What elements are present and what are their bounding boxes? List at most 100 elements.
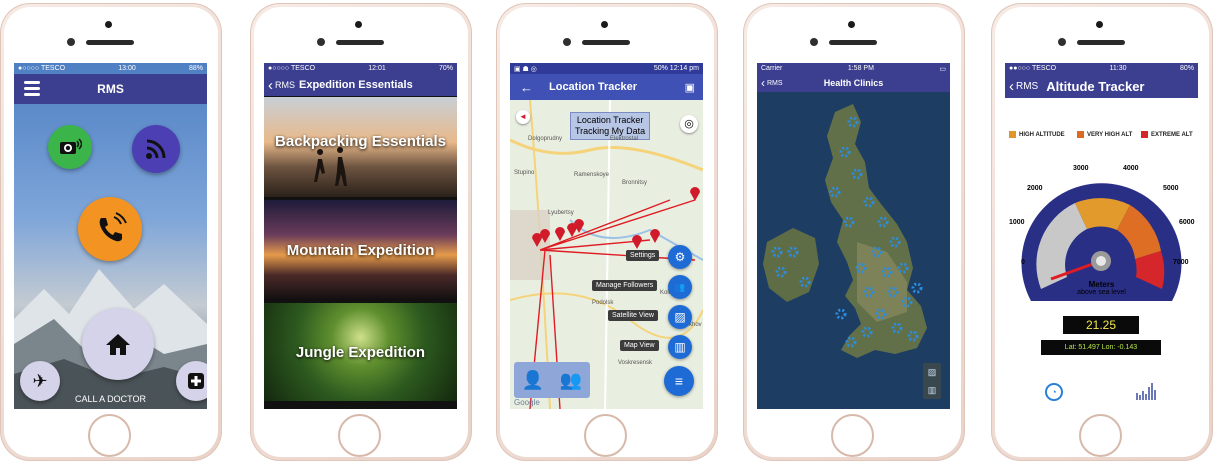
rss-icon	[146, 139, 166, 159]
map-label: Lyubertsy	[548, 210, 574, 216]
carrier-label: Carrier	[761, 65, 783, 72]
map-label: Dolgoprudny	[528, 136, 563, 142]
map-view[interactable]: ◄ ◎ Location Tracker Tracking My Data Do…	[510, 100, 703, 409]
map-icon: ▥	[674, 340, 686, 354]
person-icon: 👤	[521, 369, 545, 390]
chevron-left-icon: ‹	[761, 76, 765, 90]
app-header: ‹ RMS Altitude Tracker	[1005, 74, 1198, 98]
phone-frame-2: ●○○○○ TESCO 12:01 70% ‹ RMS Expedition E…	[250, 3, 472, 461]
stack-icon: ≡	[674, 373, 684, 389]
carrier-label: ●●○○○ TESCO	[1009, 65, 1057, 72]
tile-backpacking[interactable]: Backpacking Essentials	[264, 97, 457, 197]
battery-icon: ▭	[939, 65, 946, 73]
back-button[interactable]: ‹ RMS	[1009, 78, 1046, 95]
rss-feed-button[interactable]	[132, 125, 180, 173]
menu-icon[interactable]	[24, 81, 40, 99]
app-title: RMS	[97, 82, 124, 96]
time-label: 12:01	[368, 65, 386, 72]
gauge-tick: 0	[1021, 259, 1025, 266]
google-logo: Google	[514, 398, 540, 407]
device-home-button	[88, 414, 131, 457]
bar-chart-icon	[1136, 383, 1156, 400]
status-bar: ●●○○○ TESCO 11:30 80%	[1005, 63, 1198, 74]
notification-icons: ▣ ☗ ◎	[514, 65, 537, 73]
satellite-view-fab[interactable]: ▨	[668, 305, 692, 329]
time-label: 1:58 PM	[847, 65, 874, 72]
coordinates-readout: Lat: 51.497 Lon: -0.143	[1041, 340, 1161, 355]
back-label: RMS	[1016, 80, 1039, 92]
page-title: Health Clinics	[823, 78, 884, 88]
back-button[interactable]: ‹ RMS	[268, 77, 299, 94]
back-label: RMS	[275, 80, 295, 90]
status-bar: ▣ ☗ ◎ 50% 12:14 pm	[510, 63, 703, 74]
phone-frame-1: ●○○○○ TESCO 13:00 88% RMS ✈ CALL A DOCTO…	[0, 3, 222, 461]
map-label: Stupino	[514, 170, 535, 176]
gauge-tick: 5000	[1163, 185, 1179, 192]
map-label: Elektrostal	[610, 136, 639, 142]
gauge-unit: Meters	[1088, 280, 1115, 289]
status-bar: Carrier 1:58 PM ▭	[757, 63, 950, 74]
home-button[interactable]	[82, 308, 154, 380]
gauge-subtitle: above sea level	[1077, 289, 1126, 296]
map-view-fab[interactable]: ▥	[668, 335, 692, 359]
tile-label: Mountain Expedition	[286, 241, 435, 259]
camera-icon	[60, 138, 82, 154]
map-view-label[interactable]: Map View	[620, 340, 659, 351]
calendar-icon[interactable]: ▣	[685, 81, 695, 94]
device-home-button	[338, 414, 381, 457]
tile-jungle[interactable]: Jungle Expedition	[264, 303, 457, 401]
satellite-map[interactable]	[757, 92, 950, 409]
compass-icon[interactable]: ◄	[516, 110, 530, 124]
altitude-tracker-screen: ●●○○○ TESCO 11:30 80% ‹ RMS Altitude Tra…	[1005, 63, 1198, 409]
my-location-icon[interactable]: ◎	[680, 115, 698, 133]
home-icon	[106, 334, 130, 355]
layers-button[interactable]: ▨ ▥	[923, 363, 941, 399]
satellite-view-label[interactable]: Satellite View	[608, 310, 658, 321]
map-label: Ramenskoye	[574, 172, 610, 178]
manage-followers-label[interactable]: Manage Followers	[592, 280, 658, 291]
expedition-screen: ●○○○○ TESCO 12:01 70% ‹ RMS Expedition E…	[264, 63, 457, 409]
tile-mountain[interactable]: Mountain Expedition	[264, 200, 457, 300]
emergency-call-button[interactable]	[78, 197, 142, 261]
arrow-left-icon[interactable]: ←	[520, 80, 533, 95]
carrier-label: ●○○○○ TESCO	[268, 65, 316, 72]
chart-tab[interactable]	[1135, 381, 1157, 401]
battery-label: 88%	[188, 65, 203, 72]
time-label: 11:30	[1109, 65, 1127, 72]
health-clinics-screen: Carrier 1:58 PM ▭ ‹ RMS Health Clinics ▨…	[757, 63, 950, 409]
chevron-left-icon: ‹	[1009, 77, 1014, 95]
medical-cross-icon	[188, 373, 204, 389]
image-icon: ▨	[674, 310, 686, 324]
device-home-button	[1079, 414, 1122, 457]
manage-followers-fab[interactable]: 👥	[668, 275, 692, 299]
map-label: Bronnitsy	[622, 180, 648, 186]
time-label: 13:00	[118, 65, 136, 72]
legend-extreme: EXTREME ALT	[1141, 131, 1193, 138]
back-label: RMS	[767, 79, 783, 87]
settings-fab[interactable]: ⚙	[668, 245, 692, 269]
app-header: ‹ RMS Expedition Essentials	[264, 74, 457, 96]
profile-panel[interactable]: 👤 👥	[514, 362, 590, 398]
airplane-icon: ✈	[32, 370, 48, 391]
gauge-tick: 1000	[1009, 219, 1025, 226]
page-title: Altitude Tracker	[1046, 78, 1145, 94]
hikers-silhouette	[314, 147, 347, 186]
settings-label[interactable]: Settings	[626, 250, 660, 261]
back-button[interactable]: ‹ RMS	[761, 76, 783, 90]
menu-toggle-fab[interactable]: ≡	[664, 366, 694, 396]
legend-very-high: VERY HIGH ALT	[1077, 131, 1132, 138]
location-tracker-screen: ▣ ☗ ◎ 50% 12:14 pm ← Location Tracker ▣	[510, 63, 703, 409]
device-home-button	[831, 414, 874, 457]
rms-home-screen: ●○○○○ TESCO 13:00 88% RMS ✈ CALL A DOCTO…	[14, 63, 207, 409]
phone-frame-4: Carrier 1:58 PM ▭ ‹ RMS Health Clinics ▨…	[743, 3, 965, 461]
gauge-caption: Meters above sea level	[1005, 281, 1198, 297]
tile-label: Jungle Expedition	[295, 343, 426, 361]
call-doctor-label: CALL A DOCTOR	[74, 394, 147, 404]
camera-feed-button[interactable]	[48, 125, 92, 169]
tracking-title: Location Tracker	[576, 115, 644, 125]
carrier-label: ●○○○○ TESCO	[18, 65, 66, 72]
gauge-tick: 2000	[1027, 185, 1043, 192]
device-home-button	[584, 414, 627, 457]
compass-tab[interactable]: ◔	[1045, 383, 1063, 401]
status-right-label: 50% 12:14 pm	[653, 65, 699, 72]
